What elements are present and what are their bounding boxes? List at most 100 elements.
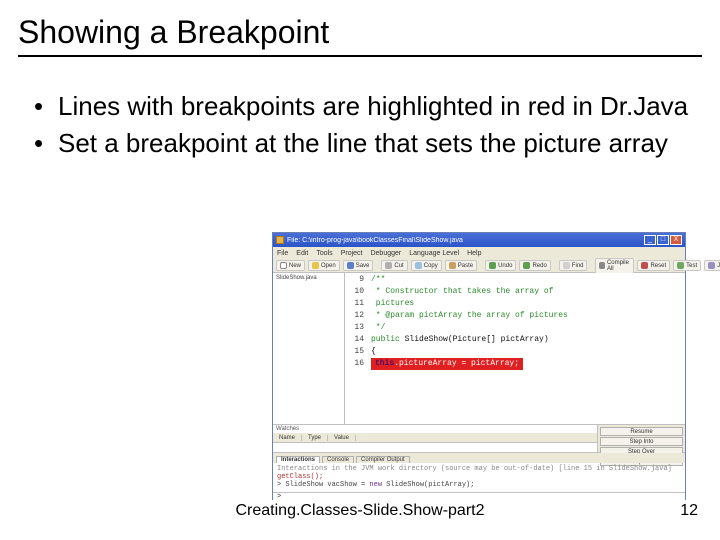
breakpoint-line[interactable]: this.pictureArray = pictArray; [371,358,685,370]
code-line[interactable]: /** [371,274,685,286]
page-number: 12 [680,502,698,520]
line-number: 10 [345,286,364,298]
new-icon [280,262,287,269]
undo-icon [489,262,496,269]
toolbar-reset-button[interactable]: Reset [637,260,670,271]
bottom-tabs: Interactions Console Compiler Output [273,453,685,463]
menu-file[interactable]: File [277,250,288,257]
toolbar-find-button[interactable]: Find [559,260,588,271]
console-banner: Interactions in the JVM work directory (… [277,465,672,473]
line-number: 11 [345,298,364,310]
app-icon [276,236,284,244]
editor-area: SlideShow.java 910111213141516 /** * Con… [273,273,685,425]
title-underline [18,55,702,57]
line-number: 9 [345,274,364,286]
javadoc-icon [708,262,715,269]
close-button[interactable]: X [670,235,682,245]
line-gutter: 910111213141516 [345,273,367,424]
watches-label: Watches [273,425,597,433]
bullet-text: Lines with breakpoints are highlighted i… [58,91,702,122]
menu-project[interactable]: Project [341,250,363,257]
toolbar-label: Save [356,263,370,269]
step-into-button[interactable]: Step Into [600,437,683,446]
bullet-text: Set a breakpoint at the line that sets t… [58,128,702,159]
bullet-item: Lines with breakpoints are highlighted i… [28,91,702,122]
toolbar-label: Paste [458,263,473,269]
variables-panel: Watches Name Type Value Resume Step Into… [273,425,685,453]
toolbar-cut-button[interactable]: Cut [381,260,407,271]
paste-icon [449,262,456,269]
code-line[interactable]: pictures [371,298,685,310]
minimize-button[interactable]: _ [644,235,656,245]
code-line[interactable]: public SlideShow(Picture[] pictArray) [371,334,685,346]
toolbar-redo-button[interactable]: Redo [519,260,550,271]
toolbar-label: Copy [424,263,438,269]
line-number: 16 [345,358,364,370]
window-buttons: _ □ X [644,235,682,245]
col-value: Value [328,435,356,441]
tab-compiler-output[interactable]: Compiler Output [356,456,410,463]
code-editor[interactable]: 910111213141516 /** * Constructor that t… [345,273,685,424]
toolbar-label: New [289,263,301,269]
tab-interactions[interactable]: Interactions [276,456,320,463]
toolbar: New Open Save Cut Copy Paste Undo Redo Find Compi… [273,259,685,273]
slide-title: Showing a Breakpoint [18,14,702,51]
save-icon [347,262,354,269]
toolbar-test-button[interactable]: Test [673,260,701,271]
toolbar-copy-button[interactable]: Copy [411,260,442,271]
variables-table[interactable]: Watches Name Type Value [273,425,597,452]
compile-all-icon [599,262,604,269]
interactions-prompt[interactable]: > [273,492,685,501]
file-list-panel[interactable]: SlideShow.java [273,273,345,424]
console-error-tail: getClass(); [277,473,323,481]
menu-help[interactable]: Help [467,250,481,257]
toolbar-compile-all-button[interactable]: Compile All [595,258,634,274]
toolbar-label: Reset [650,263,666,269]
code-line[interactable]: * @param pictArray the array of pictures [371,310,685,322]
toolbar-new-button[interactable]: New [276,260,305,271]
toolbar-open-button[interactable]: Open [308,260,340,271]
window-title-text: File: C:\intro-prog-java\bookClassesFina… [287,237,644,244]
copy-icon [415,262,422,269]
line-number: 12 [345,310,364,322]
tab-console[interactable]: Console [322,456,354,463]
toolbar-label: Test [686,263,697,269]
bullet-list: Lines with breakpoints are highlighted i… [18,91,702,158]
toolbar-undo-button[interactable]: Undo [485,260,516,271]
interactions-console[interactable]: Interactions in the JVM work directory (… [273,463,685,492]
ide-window: File: C:\intro-prog-java\bookClassesFina… [272,232,686,500]
line-number: 14 [345,334,364,346]
toolbar-label: Find [572,263,584,269]
bottom-panel: Interactions Console Compiler Output Int… [273,453,685,501]
code-line[interactable]: */ [371,322,685,334]
toolbar-label: Cut [394,263,403,269]
toolbar-label: Redo [532,263,546,269]
col-type: Type [302,435,328,441]
redo-icon [523,262,530,269]
test-icon [677,262,684,269]
code-line[interactable]: * Constructor that takes the array of [371,286,685,298]
variables-header: Name Type Value [273,433,597,443]
toolbar-label: Undo [498,263,512,269]
menu-tools[interactable]: Tools [316,250,332,257]
cut-icon [385,262,392,269]
line-number: 15 [345,346,364,358]
file-list-item[interactable]: SlideShow.java [276,275,341,281]
menu-language-level[interactable]: Language Level [409,250,459,257]
line-number: 13 [345,322,364,334]
menu-edit[interactable]: Edit [296,250,308,257]
maximize-button[interactable]: □ [657,235,669,245]
code-body[interactable]: /** * Constructor that takes the array o… [367,273,685,424]
toolbar-paste-button[interactable]: Paste [445,260,477,271]
window-titlebar[interactable]: File: C:\intro-prog-java\bookClassesFina… [273,233,685,247]
reset-icon [641,262,648,269]
code-line[interactable]: { [371,346,685,358]
toolbar-label: Compile All [607,260,631,272]
toolbar-javadoc-button[interactable]: Javadoc [704,260,720,271]
toolbar-save-button[interactable]: Save [343,260,374,271]
find-icon [563,262,570,269]
toolbar-label: Open [321,263,336,269]
resume-button[interactable]: Resume [600,427,683,436]
menu-debugger[interactable]: Debugger [370,250,401,257]
open-icon [312,262,319,269]
